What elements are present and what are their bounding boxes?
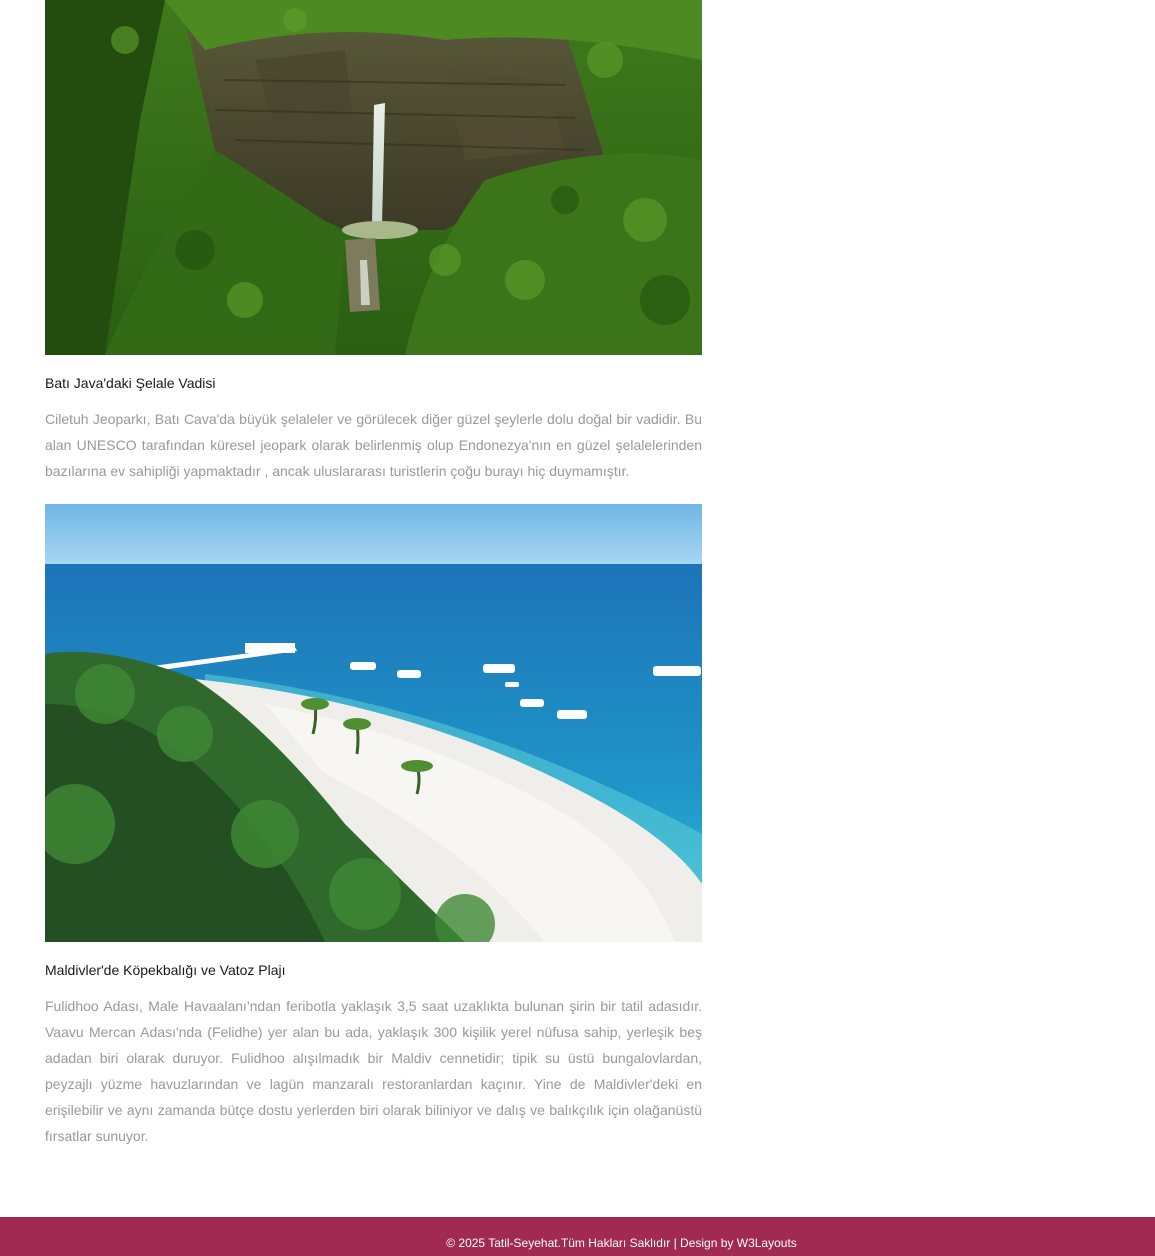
copyright-text: © 2025 Tatil-Seyehat.Tüm Hakları Saklıdı…: [446, 1236, 737, 1250]
article-title: Maldivler'de Köpekbalığı ve Vatoz Plajı: [45, 962, 286, 978]
waterfall-valley-image: [45, 0, 702, 355]
article-text: Fulidhoo Adası, Male Havaalanı'ndan feri…: [45, 998, 702, 1144]
footer: © 2025 Tatil-Seyehat.Tüm Hakları Saklıdı…: [0, 1217, 1155, 1256]
page: Batı Java'daki Şelale Vadisi Ciletuh Jeo…: [0, 0, 1155, 1256]
footer-copyright: © 2025 Tatil-Seyehat.Tüm Hakları Saklıdı…: [446, 1236, 797, 1250]
article-text: Ciletuh Jeoparkı, Batı Cava'da büyük şel…: [45, 411, 702, 479]
article-title: Batı Java'daki Şelale Vadisi: [45, 375, 216, 391]
maldives-beach-image: [45, 504, 702, 942]
w3layouts-link[interactable]: W3Layouts: [737, 1236, 797, 1250]
main-content: Batı Java'daki Şelale Vadisi Ciletuh Jeo…: [45, 0, 702, 1149]
